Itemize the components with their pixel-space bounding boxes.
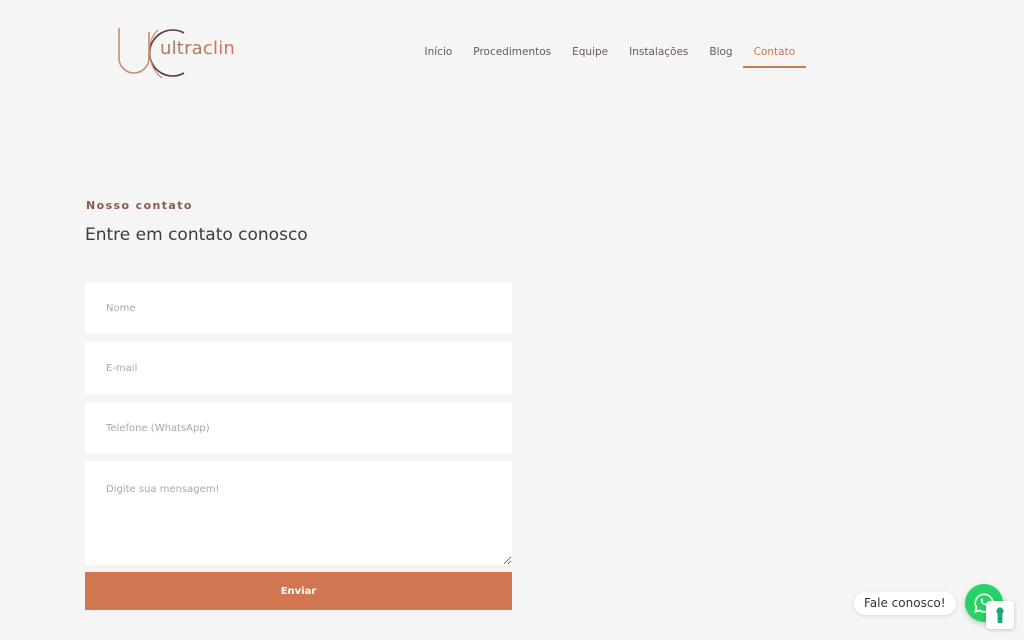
keyhole-icon	[996, 607, 1004, 623]
site-logo[interactable]: ultraclin	[116, 26, 241, 80]
logo-text-clin: clin	[202, 38, 236, 59]
logo-wordmark: ultraclin	[160, 38, 235, 59]
email-input[interactable]	[85, 342, 512, 394]
privacy-badge[interactable]	[986, 601, 1014, 629]
submit-button[interactable]: Enviar	[85, 572, 512, 610]
chat-label[interactable]: Fale conosco!	[854, 592, 956, 615]
nav-item-procedimentos[interactable]: Procedimentos	[463, 44, 562, 68]
nav-item-blog[interactable]: Blog	[699, 44, 743, 68]
nav-item-contato[interactable]: Contato	[743, 44, 806, 68]
nav-item-instalacoes[interactable]: Instalações	[619, 44, 699, 68]
name-input[interactable]	[85, 282, 512, 334]
nav-item-inicio[interactable]: Início	[414, 44, 463, 68]
phone-input[interactable]	[85, 402, 512, 454]
message-textarea[interactable]	[85, 461, 512, 565]
main-nav: Início Procedimentos Equipe Instalações …	[414, 44, 806, 68]
nav-item-equipe[interactable]: Equipe	[562, 44, 619, 68]
logo-text-ultra: ultra	[160, 38, 203, 59]
page-title: Entre em contato conosco	[85, 225, 308, 245]
section-eyebrow: Nosso contato	[86, 199, 193, 212]
page: ultraclin Início Procedimentos Equipe In…	[0, 0, 1024, 640]
